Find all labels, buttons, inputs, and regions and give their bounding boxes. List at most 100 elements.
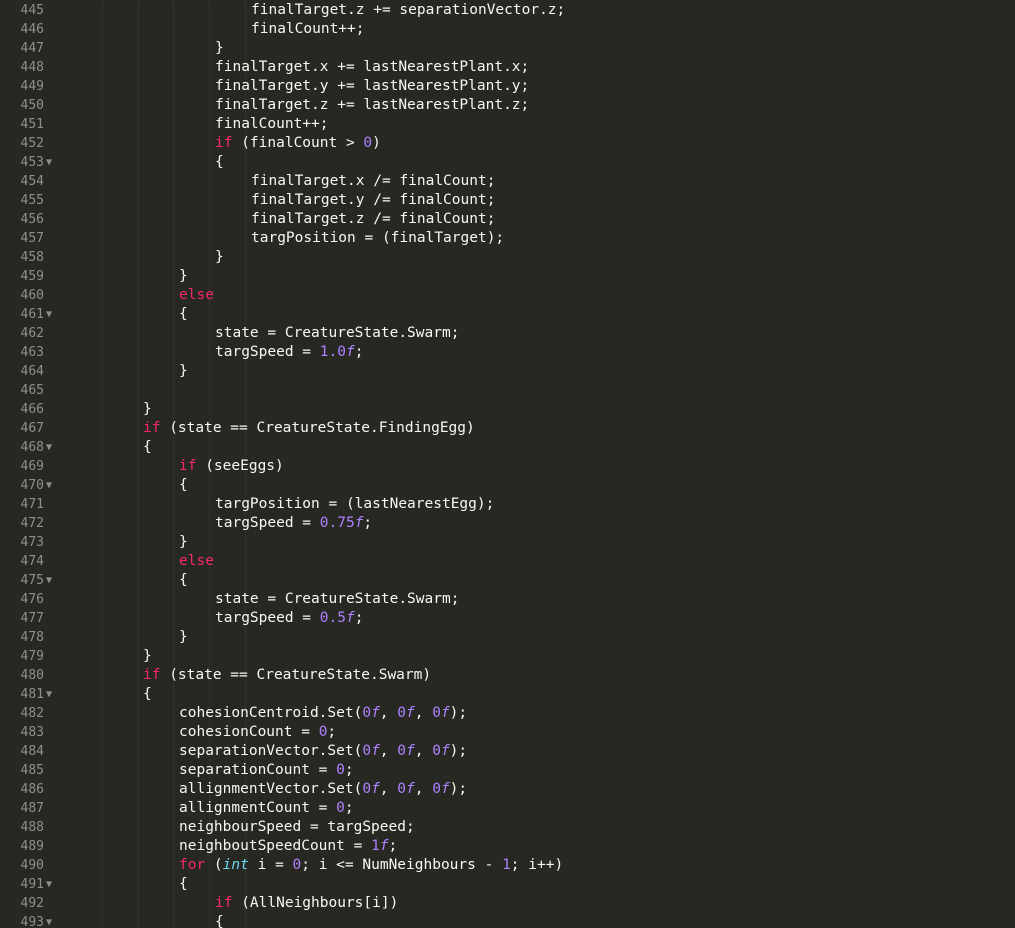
code-line[interactable]: targPosition = (finalTarget); — [251, 229, 504, 248]
code-line[interactable]: finalTarget.y /= finalCount; — [251, 191, 495, 210]
code-token: int — [222, 857, 249, 873]
line-number: 478 — [20, 630, 44, 645]
line-number: 476 — [20, 592, 44, 607]
code-line[interactable]: finalTarget.z += separationVector.z; — [251, 1, 565, 20]
code-line[interactable]: state = CreatureState.Swarm; — [215, 324, 459, 343]
code-line[interactable]: { — [179, 875, 188, 894]
fold-triangle-down-icon[interactable]: ▼ — [46, 438, 52, 457]
code-line[interactable]: { — [215, 913, 224, 928]
code-line[interactable]: if (state == CreatureState.FindingEgg) — [143, 419, 475, 438]
gutter-line: 456 — [0, 210, 66, 229]
line-number: 489 — [20, 839, 44, 854]
line-number: 463 — [20, 345, 44, 360]
code-line[interactable]: finalTarget.x += lastNearestPlant.x; — [215, 58, 529, 77]
line-number: 461 — [20, 307, 44, 322]
fold-triangle-down-icon[interactable]: ▼ — [46, 153, 52, 172]
code-line[interactable]: targSpeed = 0.75f; — [215, 514, 372, 533]
code-token: if — [215, 895, 233, 911]
gutter-line: 457 — [0, 229, 66, 248]
code-line[interactable]: { — [179, 476, 188, 495]
code-token: allignmentVector.Set( — [179, 781, 363, 797]
fold-triangle-down-icon[interactable]: ▼ — [46, 305, 52, 324]
code-area[interactable]: finalTarget.z += separationVector.z; fina… — [66, 0, 1015, 928]
gutter-line: 493 ▼ — [0, 913, 66, 928]
code-line[interactable]: finalCount++; — [251, 20, 365, 39]
code-line[interactable]: allignmentVector.Set(0f, 0f, 0f); — [179, 780, 467, 799]
code-line[interactable]: targSpeed = 1.0f; — [215, 343, 363, 362]
code-line[interactable]: state = CreatureState.Swarm; — [215, 590, 459, 609]
code-line[interactable]: { — [143, 685, 152, 704]
gutter-line: 462 — [0, 324, 66, 343]
code-line[interactable]: neighbourSpeed = targSpeed; — [179, 818, 415, 837]
line-number: 457 — [20, 231, 44, 246]
line-number-gutter[interactable]: 445 446 447 448 449 450 451 452 453 ▼ 454 455 456 457… — [0, 0, 66, 928]
code-token: i = — [248, 857, 293, 873]
fold-triangle-down-icon[interactable]: ▼ — [46, 913, 52, 928]
code-line[interactable]: separationVector.Set(0f, 0f, 0f); — [179, 742, 467, 761]
code-line[interactable]: finalTarget.z /= finalCount; — [251, 210, 495, 229]
gutter-line: 472 — [0, 514, 66, 533]
code-line[interactable]: } — [143, 400, 152, 419]
code-token: ; — [344, 762, 354, 778]
code-token: ; — [354, 610, 364, 626]
code-line[interactable]: } — [179, 267, 188, 286]
code-token: (AllNeighbours[i]) — [232, 895, 399, 911]
line-number: 492 — [20, 896, 44, 911]
code-token: 0.75 — [319, 515, 355, 531]
gutter-line: 484 — [0, 742, 66, 761]
code-line[interactable]: neighboutSpeedCount = 1f; — [179, 837, 397, 856]
code-token: { — [215, 154, 224, 170]
code-line[interactable]: finalTarget.y += lastNearestPlant.y; — [215, 77, 529, 96]
line-number: 460 — [20, 288, 44, 303]
code-line[interactable]: cohesionCount = 0; — [179, 723, 336, 742]
code-line[interactable]: { — [179, 571, 188, 590]
gutter-line: 459 — [0, 267, 66, 286]
line-number: 448 — [20, 60, 44, 75]
code-token: , — [414, 705, 433, 721]
code-line[interactable]: for (int i = 0; i <= NumNeighbours - 1; … — [179, 856, 563, 875]
code-token: } — [179, 629, 188, 645]
code-editor[interactable]: 445 446 447 448 449 450 451 452 453 ▼ 454 455 456 457… — [0, 0, 1015, 928]
code-line[interactable]: cohesionCentroid.Set(0f, 0f, 0f); — [179, 704, 467, 723]
code-token: finalTarget.z += separationVector.z; — [251, 2, 566, 18]
code-line[interactable]: { — [215, 153, 224, 172]
code-token: ); — [449, 781, 468, 797]
fold-triangle-down-icon[interactable]: ▼ — [46, 476, 52, 495]
code-line[interactable]: else — [179, 552, 214, 571]
code-line[interactable]: if (AllNeighbours[i]) — [215, 894, 398, 913]
code-token: 0 — [336, 800, 345, 816]
code-line[interactable]: else — [179, 286, 214, 305]
code-line[interactable]: if (state == CreatureState.Swarm) — [143, 666, 431, 685]
line-number: 469 — [20, 459, 44, 474]
code-token: , — [379, 705, 398, 721]
code-line[interactable]: if (finalCount > 0) — [215, 134, 381, 153]
fold-triangle-down-icon[interactable]: ▼ — [46, 685, 52, 704]
code-line[interactable]: finalTarget.x /= finalCount; — [251, 172, 495, 191]
code-line[interactable]: } — [179, 362, 188, 381]
code-line[interactable]: targPosition = (lastNearestEgg); — [215, 495, 494, 514]
fold-triangle-down-icon[interactable]: ▼ — [46, 571, 52, 590]
code-line[interactable]: separationCount = 0; — [179, 761, 354, 780]
code-line[interactable]: } — [215, 248, 224, 267]
code-line[interactable]: targSpeed = 0.5f; — [215, 609, 363, 628]
line-number: 477 — [20, 611, 44, 626]
code-line[interactable]: } — [179, 533, 188, 552]
gutter-line: 487 — [0, 799, 66, 818]
code-line[interactable]: } — [179, 628, 188, 647]
code-line[interactable]: if (seeEggs) — [179, 457, 284, 476]
code-line[interactable]: finalCount++; — [215, 115, 329, 134]
gutter-line: 446 — [0, 20, 66, 39]
code-token: cohesionCentroid.Set( — [179, 705, 363, 721]
code-line[interactable]: } — [215, 39, 224, 58]
code-line[interactable]: allignmentCount = 0; — [179, 799, 354, 818]
code-line[interactable]: { — [143, 438, 152, 457]
fold-triangle-down-icon[interactable]: ▼ — [46, 875, 52, 894]
code-line[interactable]: } — [143, 647, 152, 666]
code-token: (finalCount > — [232, 135, 364, 151]
gutter-line: 476 — [0, 590, 66, 609]
code-token: } — [143, 648, 152, 664]
gutter-line: 458 — [0, 248, 66, 267]
code-line[interactable]: { — [179, 305, 188, 324]
code-token: if — [215, 135, 233, 151]
code-line[interactable]: finalTarget.z += lastNearestPlant.z; — [215, 96, 529, 115]
